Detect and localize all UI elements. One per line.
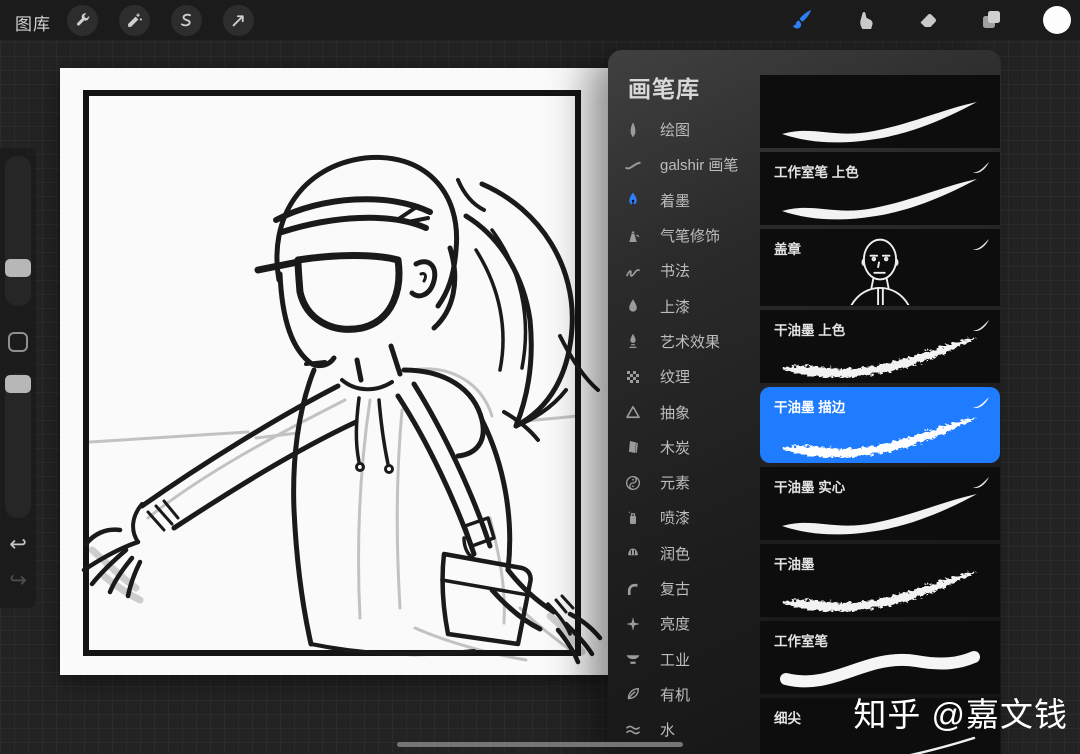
star-icon xyxy=(626,617,640,631)
triangle-icon xyxy=(626,405,640,419)
top-toolbar: 图库 xyxy=(0,0,1080,40)
custom-brush-icon xyxy=(973,239,989,250)
drawing-canvas[interactable] xyxy=(60,68,610,675)
category-airbrushing[interactable]: 气笔修饰 xyxy=(608,218,760,253)
erase-tool-button[interactable] xyxy=(915,7,941,33)
brush-stroke-preview xyxy=(782,179,977,220)
category-charcoal[interactable]: 木炭 xyxy=(608,430,760,465)
home-indicator[interactable] xyxy=(397,742,683,747)
waves-icon xyxy=(626,725,640,734)
spraycan-icon xyxy=(628,511,636,524)
category-abstract[interactable]: 抽象 xyxy=(608,394,760,429)
redo-button[interactable]: ↪ xyxy=(0,570,36,592)
brush-stroke-preview xyxy=(782,102,977,143)
category-drawing[interactable]: 绘图 xyxy=(608,112,760,147)
custom-brush-icon xyxy=(973,397,989,408)
charcoal-icon xyxy=(628,441,638,454)
brush-row-stamp[interactable]: 盖章 xyxy=(760,229,1000,306)
leaf-icon xyxy=(627,688,639,700)
layers-button[interactable] xyxy=(978,7,1004,33)
brush-row-dry-ink-solid[interactable]: 干油墨 实心 xyxy=(760,467,1000,540)
brush-category-list: 绘图 galshir 画笔 着墨 气笔修饰 书法 上漆 艺术效果 纹理 抽象 木… xyxy=(608,112,760,747)
calligraphy-icon xyxy=(626,269,640,277)
brush-size-handle[interactable] xyxy=(5,259,31,277)
opacity-handle[interactable] xyxy=(5,375,31,393)
layers-icon xyxy=(983,11,1000,28)
droplet-icon xyxy=(629,299,637,312)
category-calligraphy[interactable]: 书法 xyxy=(608,253,760,288)
gallery-button[interactable]: 图库 xyxy=(15,10,51,35)
brush-row-dry-ink-coloring[interactable]: 干油墨 上色 xyxy=(760,310,1000,383)
category-textures[interactable]: 纹理 xyxy=(608,359,760,394)
category-artistic[interactable]: 艺术效果 xyxy=(608,324,760,359)
ink-nib-icon xyxy=(629,192,637,206)
ink-bottle-icon xyxy=(629,334,637,349)
brush-stroke-preview xyxy=(782,337,977,378)
panel-title: 画笔库 xyxy=(628,76,700,102)
yinyang-icon xyxy=(625,475,641,490)
sidebar-controls: ↩ ↪ xyxy=(0,148,36,608)
actions-button[interactable] xyxy=(67,5,98,36)
category-vintage[interactable]: 复古 xyxy=(608,571,760,606)
brush-row-0[interactable] xyxy=(760,75,1000,148)
smudge-tool-button[interactable] xyxy=(852,7,878,33)
brush-size-slider[interactable] xyxy=(5,156,31,306)
watermark-text: 知乎 @嘉文钱 xyxy=(853,696,1068,733)
stamp-face-preview xyxy=(850,238,910,305)
magic-wand-icon xyxy=(128,13,142,27)
category-painting[interactable]: 上漆 xyxy=(608,288,760,323)
anvil-icon xyxy=(626,655,640,664)
category-galshir[interactable]: galshir 画笔 xyxy=(608,147,760,182)
eraser-icon xyxy=(920,13,937,27)
selection-s-icon xyxy=(180,13,191,27)
modify-button[interactable] xyxy=(8,332,28,352)
drawing-brush-icon xyxy=(630,122,636,138)
category-spraypaints[interactable]: 喷漆 xyxy=(608,500,760,535)
opacity-slider[interactable] xyxy=(5,373,31,518)
paintbrush-icon xyxy=(792,10,811,29)
category-organic[interactable]: 有机 xyxy=(608,677,760,712)
brush-stroke-preview xyxy=(782,571,977,612)
undo-button[interactable]: ↩ xyxy=(0,534,36,556)
paint-tool-button[interactable] xyxy=(789,7,815,33)
brush-stroke-preview xyxy=(782,417,977,458)
smudge-finger-icon xyxy=(860,12,873,30)
brush-stroke-preview xyxy=(780,651,980,688)
wrench-icon xyxy=(76,13,90,26)
transform-button[interactable] xyxy=(223,5,254,36)
pipe-icon xyxy=(627,583,638,595)
category-luminance[interactable]: 亮度 xyxy=(608,606,760,641)
category-inking[interactable]: 着墨 xyxy=(608,183,760,218)
transform-arrow-icon xyxy=(232,15,244,27)
category-industrial[interactable]: 工业 xyxy=(608,641,760,676)
brush-row-dry-ink[interactable]: 干油墨 xyxy=(760,544,1000,617)
swoosh-icon xyxy=(625,161,641,170)
airbrush-icon xyxy=(629,231,640,242)
brush-library-panel: 画笔库 绘图 galshir 画笔 着墨 气笔修饰 书法 上漆 艺术效果 纹理 xyxy=(608,50,1001,754)
texture-checker-icon xyxy=(627,370,639,383)
adjustments-button[interactable] xyxy=(119,5,150,36)
category-elements[interactable]: 元素 xyxy=(608,465,760,500)
brush-row-studio-pen-coloring[interactable]: 工作室笔 上色 xyxy=(760,152,1000,225)
makeup-brush-icon xyxy=(628,548,638,556)
category-retouching[interactable]: 润色 xyxy=(608,536,760,571)
brush-row-dry-ink-outline-selected[interactable]: 干油墨 描边 xyxy=(760,387,1000,463)
brush-row-studio-pen[interactable]: 工作室笔 xyxy=(760,621,1000,694)
color-swatch-button[interactable] xyxy=(1043,6,1071,34)
brush-stroke-preview xyxy=(782,494,977,535)
canvas-artwork xyxy=(81,90,603,665)
selection-button[interactable] xyxy=(171,5,202,36)
